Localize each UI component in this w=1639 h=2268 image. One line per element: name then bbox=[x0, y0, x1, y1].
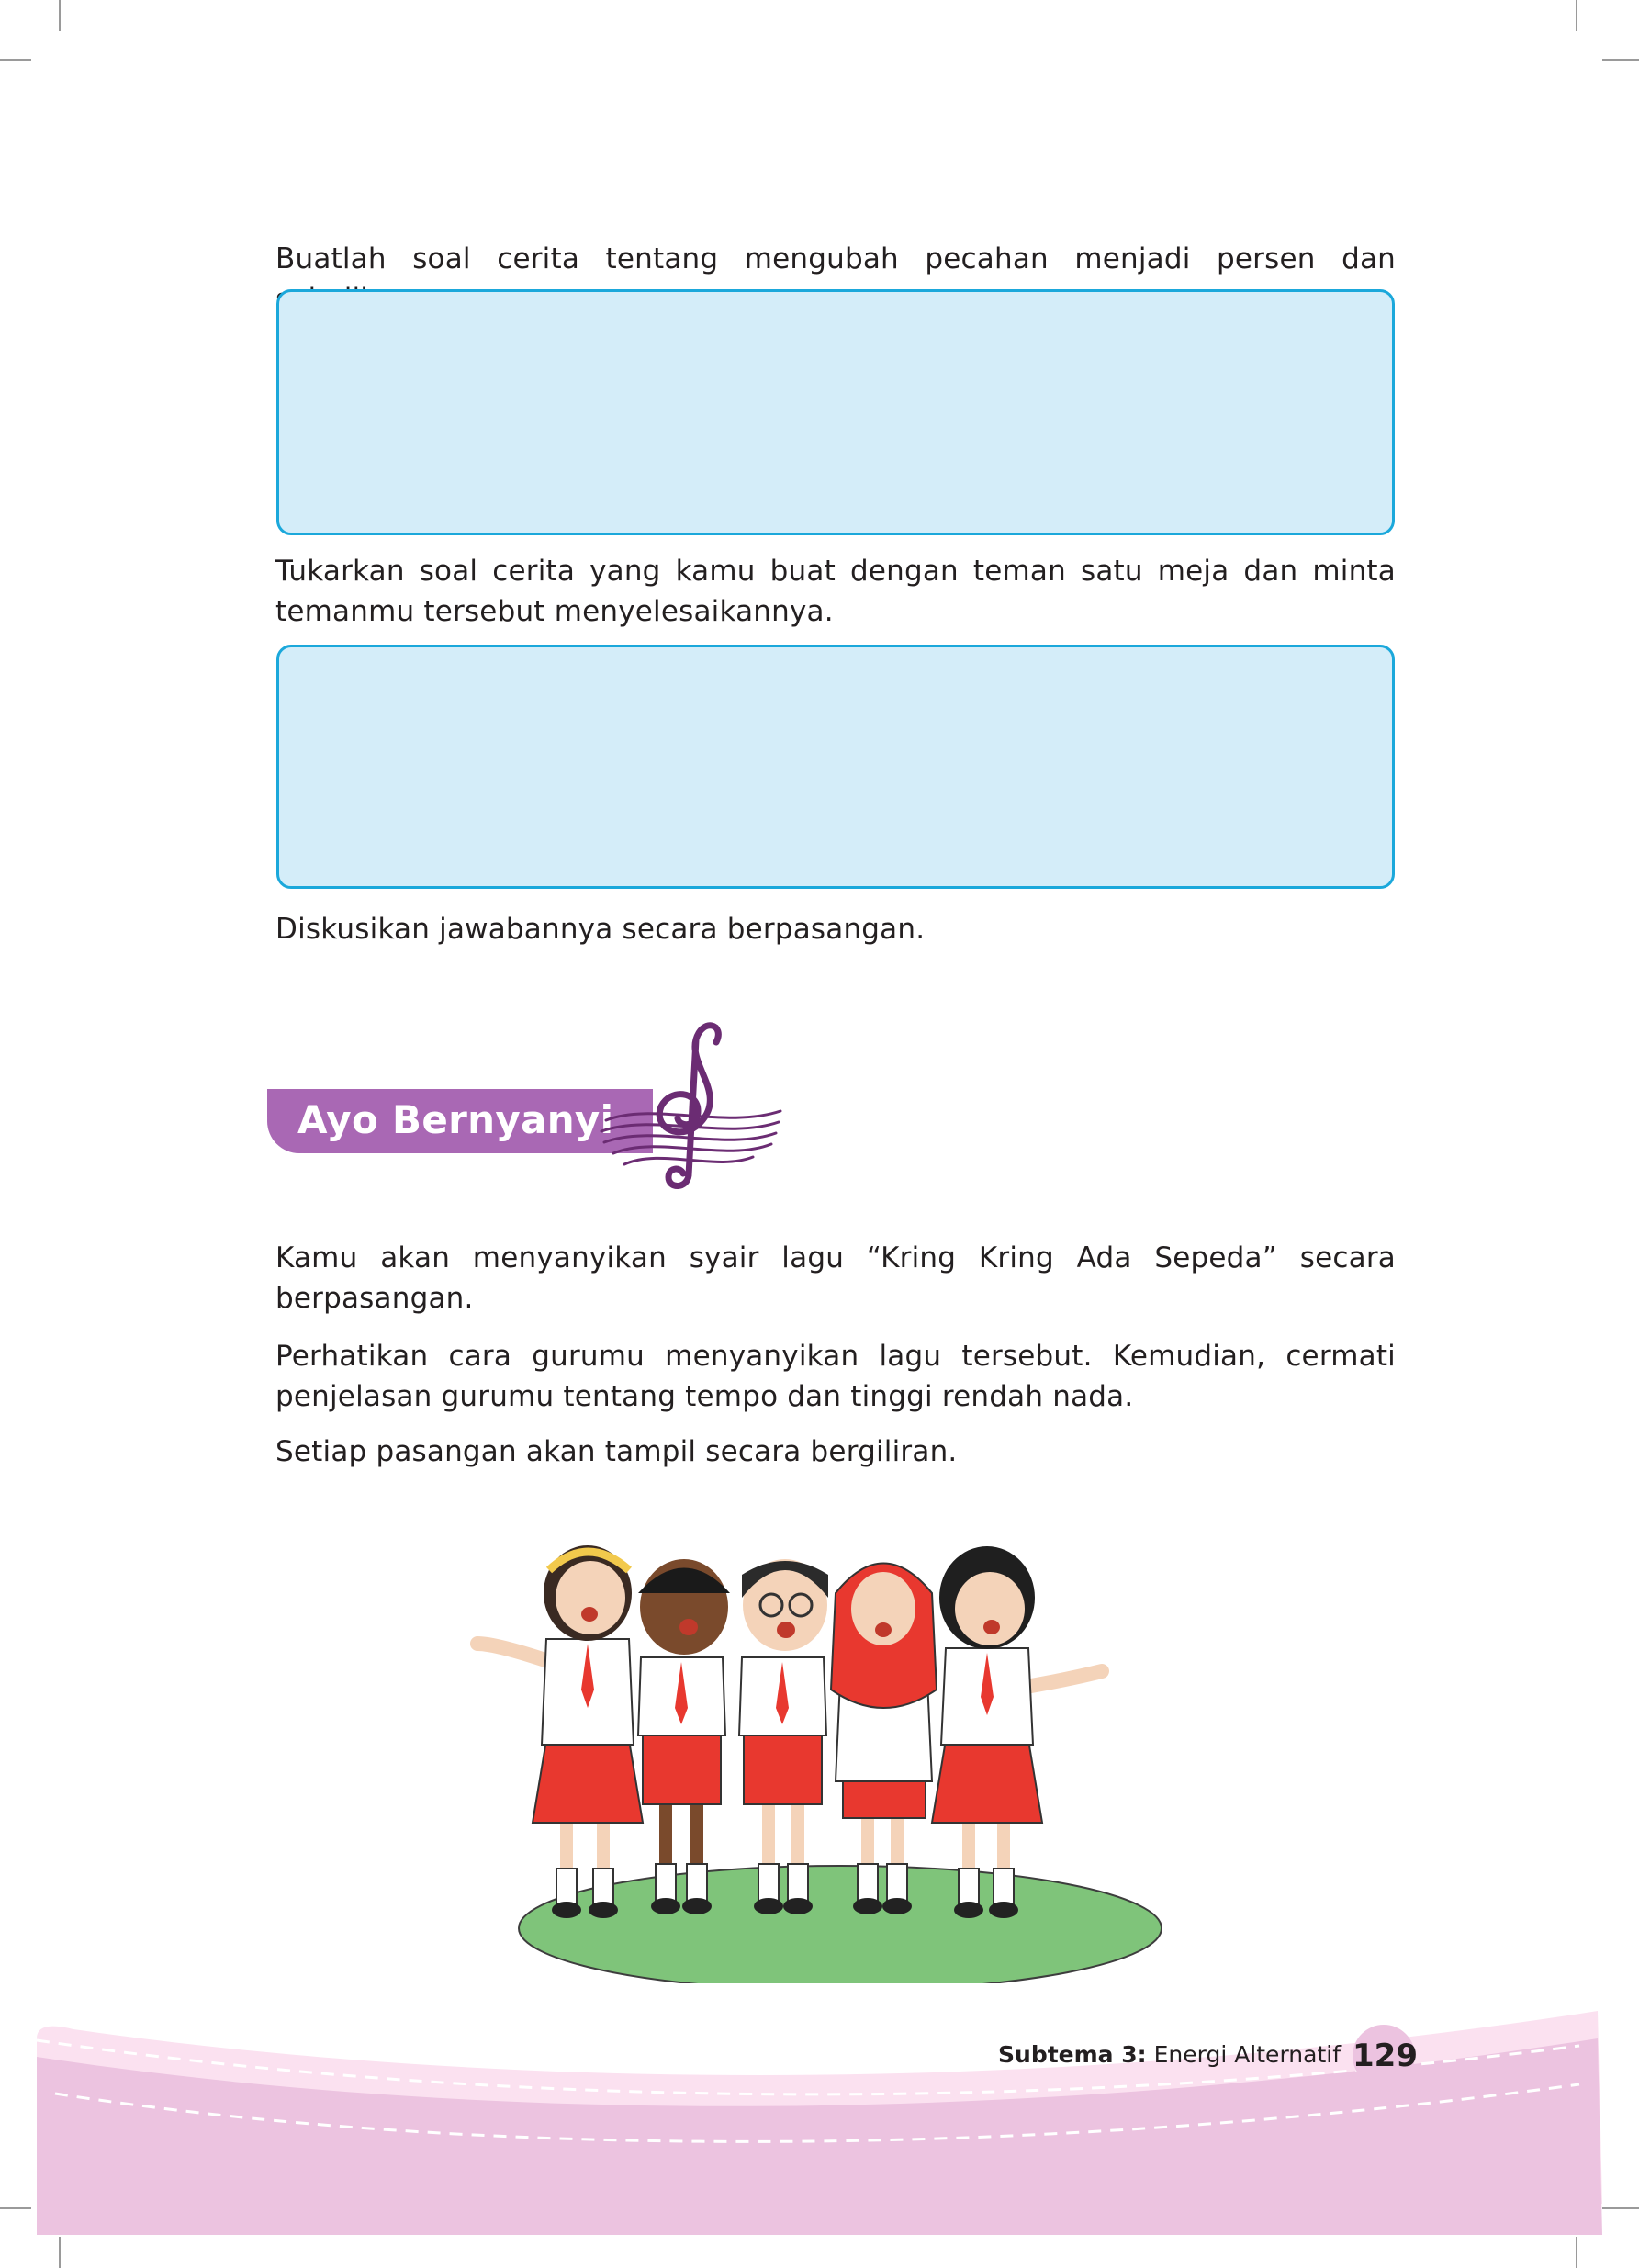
singing-para-3: Setiap pasangan akan tampil secara bergi… bbox=[275, 1435, 958, 1468]
child-boy-glasses bbox=[737, 1559, 828, 1914]
answer-box-exchange[interactable] bbox=[276, 645, 1395, 889]
child-girl-hijab bbox=[829, 1562, 938, 1914]
section-title: Ayo Bernyanyi bbox=[297, 1097, 614, 1142]
child-boy-dark bbox=[636, 1559, 730, 1914]
answer-box-story[interactable] bbox=[276, 289, 1395, 535]
singing-children-illustration bbox=[470, 1545, 1162, 1983]
page-number: 129 bbox=[1353, 2025, 1418, 2087]
instruction-exchange: Tukarkan soal cerita yang kamu buat deng… bbox=[275, 555, 1396, 628]
singing-para-2: Perhatikan cara gurumu menyanyikan lagu … bbox=[275, 1340, 1396, 1413]
crop-mark bbox=[1602, 59, 1639, 61]
footer-subtheme: Subtema 3: Energi Alternatif bbox=[998, 2038, 1341, 2072]
singing-para-1: Kamu akan menyanyikan syair lagu “Kring … bbox=[275, 1241, 1396, 1315]
treble-clef-icon bbox=[600, 1022, 782, 1189]
crop-mark bbox=[59, 0, 61, 31]
footer-subtheme-label: Subtema 3: bbox=[998, 2041, 1147, 2068]
instruction-discuss: Diskusikan jawabannya secara berpasangan… bbox=[275, 913, 926, 946]
crop-mark bbox=[0, 59, 31, 61]
child-girl-right bbox=[930, 1546, 1109, 1918]
child-girl-left bbox=[470, 1545, 645, 1918]
crop-mark bbox=[1576, 0, 1577, 31]
footer-subtheme-name: Energi Alternatif bbox=[1146, 2041, 1341, 2068]
